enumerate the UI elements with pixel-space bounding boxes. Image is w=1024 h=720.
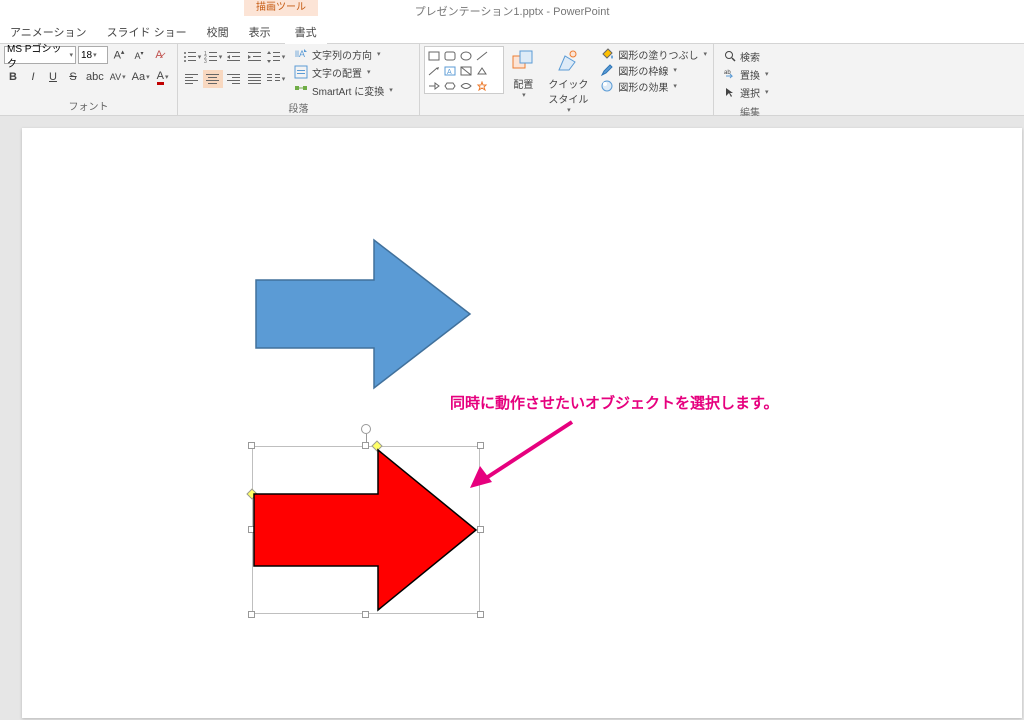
red-arrow-selection[interactable]: [252, 446, 480, 614]
shape-line-icon[interactable]: [475, 49, 489, 62]
align-left-button[interactable]: [182, 70, 202, 88]
arrange-icon: [510, 48, 536, 74]
font-color-button[interactable]: A▾: [154, 68, 172, 86]
rotation-handle[interactable]: [361, 424, 371, 434]
svg-text:llA: llA: [295, 49, 305, 59]
smartart-button[interactable]: SmartArt に変換▾: [292, 82, 395, 98]
italic-button[interactable]: I: [24, 68, 42, 86]
quick-style-icon: [555, 48, 581, 74]
underline-button[interactable]: U: [44, 68, 62, 86]
tab-slideshow[interactable]: スライド ショー: [97, 22, 197, 44]
effects-icon: [600, 79, 614, 93]
search-icon: [724, 50, 736, 62]
text-align-button[interactable]: 文字の配置▾: [292, 64, 395, 80]
group-paragraph: ▾ 123▾ ▾ ▾ llA 文字列の方向▾: [178, 44, 420, 115]
bucket-icon: [600, 47, 614, 61]
ribbon: MS Pゴシック▾ 18▾ A▴ A▾ A̷ B I U S abc AV▾ A…: [0, 44, 1024, 116]
quick-style-button[interactable]: クイック スタイル▾: [542, 46, 594, 116]
red-arrow-shape[interactable]: [252, 446, 480, 614]
blue-arrow-shape[interactable]: [254, 236, 474, 392]
group-paragraph-label: 段落: [182, 98, 415, 117]
shape-effects-button[interactable]: 図形の効果▾: [598, 78, 709, 94]
annotation-text: 同時に動作させたいオブジェクトを選択します。: [450, 392, 779, 413]
text-align-icon: [294, 65, 308, 79]
spacing-button[interactable]: AV▾: [108, 68, 128, 86]
strike-button[interactable]: S: [64, 68, 82, 86]
shape-more2-icon[interactable]: [475, 64, 489, 77]
select-icon: [724, 86, 736, 98]
bullets-button[interactable]: ▾: [182, 48, 202, 66]
annotation-arrow-icon: [462, 418, 582, 498]
align-center-button[interactable]: [203, 70, 223, 88]
group-drawing: A ▾ 配置▾ クイック スタイル▾: [420, 44, 714, 115]
shape-more5-icon[interactable]: [459, 79, 473, 92]
document-title: プレゼンテーション1.pptx - PowerPoint: [415, 3, 610, 19]
shape-fill-button[interactable]: 図形の塗りつぶし▾: [598, 46, 709, 62]
svg-text:ab: ab: [724, 70, 731, 76]
columns-button[interactable]: ▾: [266, 70, 286, 88]
slide[interactable]: 同時に動作させたいオブジェクトを選択します。: [22, 128, 1022, 718]
shadow-button[interactable]: abc: [84, 68, 106, 86]
increase-indent-button[interactable]: [245, 48, 265, 66]
line-spacing-button[interactable]: ▾: [266, 48, 286, 66]
tab-format[interactable]: 書式: [285, 22, 327, 44]
context-tab-label: 描画ツール: [244, 0, 318, 16]
tab-review[interactable]: 校閲: [197, 22, 239, 44]
shape-rect-icon[interactable]: [427, 49, 441, 62]
select-button[interactable]: 選択▾: [722, 84, 771, 100]
text-direction-button[interactable]: llA 文字列の方向▾: [292, 46, 395, 62]
decrease-font-button[interactable]: A▾: [130, 46, 148, 64]
font-size-combo[interactable]: 18▾: [78, 46, 108, 64]
shape-more4-icon[interactable]: [443, 79, 457, 92]
tab-view[interactable]: 表示: [239, 22, 281, 44]
font-name-combo[interactable]: MS Pゴシック▾: [4, 46, 76, 64]
clear-formatting-button[interactable]: A̷: [150, 46, 168, 64]
shape-roundrect-icon[interactable]: [443, 49, 457, 62]
arrange-button[interactable]: 配置▾: [504, 46, 542, 101]
svg-text:A: A: [447, 69, 452, 76]
group-editing: 検索 ab 置換▾ 選択▾ 編集: [714, 44, 786, 115]
shape-textbox-icon[interactable]: A: [443, 64, 457, 77]
numbering-button[interactable]: 123▾: [203, 48, 223, 66]
group-font: MS Pゴシック▾ 18▾ A▴ A▾ A̷ B I U S abc AV▾ A…: [0, 44, 178, 115]
svg-text:3: 3: [204, 59, 207, 63]
decrease-indent-button[interactable]: [224, 48, 244, 66]
text-direction-icon: llA: [294, 47, 308, 61]
shape-more1-icon[interactable]: [459, 64, 473, 77]
change-case-button[interactable]: Aa▾: [130, 68, 152, 86]
find-button[interactable]: 検索: [722, 48, 771, 64]
shape-ellipse-icon[interactable]: [459, 49, 473, 62]
shape-star-icon[interactable]: [475, 79, 489, 92]
title-bar: 描画ツール プレゼンテーション1.pptx - PowerPoint: [0, 0, 1024, 22]
pen-icon: [600, 63, 614, 77]
justify-button[interactable]: [245, 70, 265, 88]
increase-font-button[interactable]: A▴: [110, 46, 128, 64]
shape-arrow-icon[interactable]: [427, 64, 441, 77]
smartart-icon: [294, 83, 308, 97]
bold-button[interactable]: B: [4, 68, 22, 86]
replace-button[interactable]: ab 置換▾: [722, 66, 771, 82]
shape-outline-button[interactable]: 図形の枠線▾: [598, 62, 709, 78]
group-font-label: フォント: [4, 96, 173, 115]
align-right-button[interactable]: [224, 70, 244, 88]
shape-more3-icon[interactable]: [427, 79, 441, 92]
shapes-gallery[interactable]: A ▾: [424, 46, 504, 94]
canvas-area[interactable]: 同時に動作させたいオブジェクトを選択します。: [0, 116, 1024, 720]
replace-icon: ab: [724, 68, 736, 80]
ribbon-tabs: アニメーション スライド ショー 校閲 表示 書式: [0, 22, 1024, 44]
